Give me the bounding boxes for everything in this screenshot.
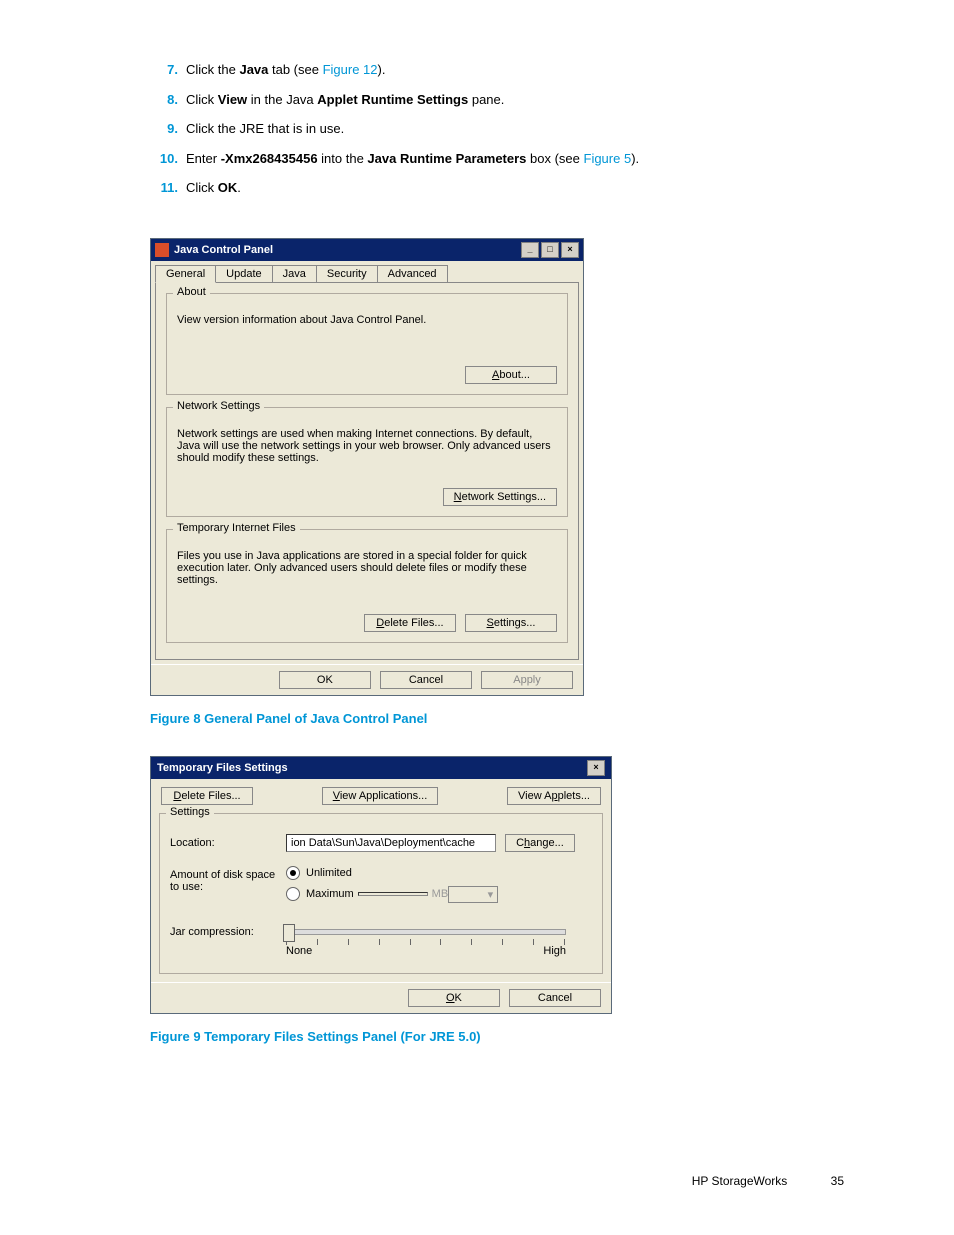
unit-combo: ▾: [448, 886, 498, 903]
page-number: 35: [831, 1174, 844, 1188]
dialog-bottom-buttons: OK Cancel Apply: [151, 664, 583, 695]
about-text: View version information about Java Cont…: [177, 314, 557, 326]
network-group: Network Settings Network settings are us…: [166, 407, 568, 517]
figure-12-link[interactable]: Figure 12: [323, 62, 378, 77]
java-icon: [155, 243, 169, 257]
step-number: 11.: [150, 178, 178, 198]
temp-files-group: Temporary Internet Files Files you use i…: [166, 529, 568, 643]
apply-button: Apply: [481, 671, 573, 689]
step-text: Click View in the Java Applet Runtime Se…: [186, 90, 504, 110]
minimize-button[interactable]: _: [521, 242, 539, 258]
figure-9-caption: Figure 9 Temporary Files Settings Panel …: [150, 1029, 864, 1044]
view-applications-button[interactable]: View Applications...: [322, 787, 439, 805]
delete-files-button[interactable]: Delete Files...: [364, 614, 456, 632]
cancel-button[interactable]: Cancel: [380, 671, 472, 689]
temp-files-settings-dialog: Temporary Files Settings × Delete Files.…: [150, 756, 612, 1014]
close-button[interactable]: ×: [587, 760, 605, 776]
slider-labels: None High: [286, 945, 566, 957]
slider-thumb[interactable]: [283, 924, 295, 942]
step-9: 9. Click the JRE that is in use.: [150, 119, 864, 139]
location-input[interactable]: [286, 834, 496, 852]
step-text: Click the Java tab (see Figure 12).: [186, 60, 385, 80]
jar-label: Jar compression:: [170, 923, 286, 938]
dialog-title: Java Control Panel: [174, 244, 521, 256]
instruction-steps: 7. Click the Java tab (see Figure 12). 8…: [150, 60, 864, 198]
compression-slider[interactable]: None High: [286, 923, 566, 957]
settings-button[interactable]: Settings...: [465, 614, 557, 632]
maximum-input: [358, 892, 428, 896]
settings-group: Settings Location: Change... Amount of d…: [159, 813, 603, 974]
step-8: 8. Click View in the Java Applet Runtime…: [150, 90, 864, 110]
disk-space-row: Amount of disk space to use: Unlimited M…: [170, 866, 592, 909]
view-applets-button[interactable]: View Applets...: [507, 787, 601, 805]
step-number: 9.: [150, 119, 178, 139]
close-button[interactable]: ×: [561, 242, 579, 258]
step-text: Click OK.: [186, 178, 241, 198]
step-text: Enter -Xmx268435456 into the Java Runtim…: [186, 149, 639, 169]
about-button[interactable]: About...: [465, 366, 557, 384]
location-row: Location: Change...: [170, 834, 592, 852]
figure-8-caption: Figure 8 General Panel of Java Control P…: [150, 711, 864, 726]
change-button[interactable]: Change...: [505, 834, 575, 852]
step-text: Click the JRE that is in use.: [186, 119, 344, 139]
delete-files-button[interactable]: Delete Files...: [161, 787, 253, 805]
step-number: 10.: [150, 149, 178, 169]
ok-button[interactable]: OK: [279, 671, 371, 689]
ok-button[interactable]: OK: [408, 989, 500, 1007]
maximum-radio[interactable]: Maximum MB ▾: [286, 886, 498, 903]
top-button-row: Delete Files... View Applications... Vie…: [151, 779, 611, 809]
jar-compression-row: Jar compression: None High: [170, 923, 592, 957]
step-number: 8.: [150, 90, 178, 110]
mb-label: MB: [432, 888, 449, 900]
tab-security[interactable]: Security: [316, 265, 378, 282]
about-legend: About: [173, 286, 210, 298]
page-footer: HP StorageWorks 35: [150, 1174, 864, 1188]
network-text: Network settings are used when making In…: [177, 428, 557, 464]
location-label: Location:: [170, 834, 286, 849]
step-number: 7.: [150, 60, 178, 80]
settings-legend: Settings: [166, 806, 214, 818]
dialog-title: Temporary Files Settings: [157, 762, 587, 774]
tab-update[interactable]: Update: [215, 265, 272, 282]
dialog-titlebar[interactable]: Temporary Files Settings ×: [151, 757, 611, 779]
step-10: 10. Enter -Xmx268435456 into the Java Ru…: [150, 149, 864, 169]
dialog-body: About View version information about Jav…: [155, 282, 579, 660]
temp-files-text: Files you use in Java applications are s…: [177, 550, 557, 586]
dialog-titlebar[interactable]: Java Control Panel _ □ ×: [151, 239, 583, 261]
temp-files-legend: Temporary Internet Files: [173, 522, 300, 534]
tab-java[interactable]: Java: [272, 265, 317, 282]
unlimited-radio[interactable]: Unlimited: [286, 866, 498, 880]
tab-advanced[interactable]: Advanced: [377, 265, 448, 282]
dialog-bottom-buttons: OK Cancel: [151, 982, 611, 1013]
slider-track: [286, 929, 566, 935]
figure-5-link[interactable]: Figure 5: [584, 151, 632, 166]
network-settings-button[interactable]: Network Settings...: [443, 488, 557, 506]
maximize-button[interactable]: □: [541, 242, 559, 258]
cancel-button[interactable]: Cancel: [509, 989, 601, 1007]
tab-general[interactable]: General: [155, 265, 216, 283]
radio-icon: [286, 887, 300, 901]
step-11: 11. Click OK.: [150, 178, 864, 198]
java-control-panel-dialog: Java Control Panel _ □ × General Update …: [150, 238, 584, 696]
tab-bar: General Update Java Security Advanced: [151, 261, 583, 282]
step-7: 7. Click the Java tab (see Figure 12).: [150, 60, 864, 80]
footer-text: HP StorageWorks: [692, 1174, 788, 1188]
network-legend: Network Settings: [173, 400, 264, 412]
disk-space-label: Amount of disk space to use:: [170, 866, 286, 893]
about-group: About View version information about Jav…: [166, 293, 568, 395]
radio-icon: [286, 866, 300, 880]
